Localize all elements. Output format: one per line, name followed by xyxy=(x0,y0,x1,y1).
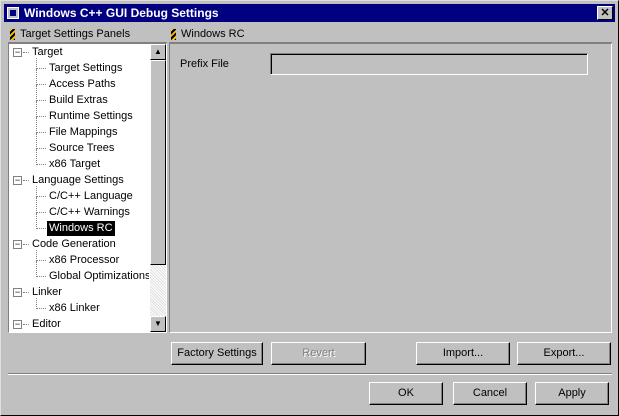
tree-connector xyxy=(36,68,46,69)
tree-connector xyxy=(36,100,46,101)
settings-tree: − Target Target Settings Access Paths Build … xyxy=(8,43,167,333)
tree-connector xyxy=(36,298,37,309)
tree-connector xyxy=(36,84,46,85)
window-title: Windows C++ GUI Debug Settings xyxy=(24,6,219,20)
scroll-up-button[interactable]: ▲ xyxy=(150,44,166,60)
arrow-up-icon: ▲ xyxy=(154,47,162,56)
close-button[interactable]: ✕ xyxy=(597,6,613,20)
tree-connector xyxy=(36,164,46,165)
apply-button[interactable]: Apply xyxy=(535,382,609,405)
collapse-icon[interactable]: − xyxy=(13,176,22,185)
tree-connector xyxy=(36,276,46,277)
tree-item[interactable]: Runtime Settings xyxy=(49,109,133,124)
tree-connector xyxy=(36,69,37,85)
tree-item[interactable]: Access Paths xyxy=(49,77,116,92)
tree-item[interactable]: C/C++ Language xyxy=(49,189,133,204)
tree-connector xyxy=(36,196,46,197)
revert-button[interactable]: Revert xyxy=(271,342,366,365)
tree-group[interactable]: Editor xyxy=(32,317,61,332)
tree-connector xyxy=(23,244,29,245)
tree-group[interactable]: Language Settings xyxy=(32,173,124,188)
tree-connector xyxy=(23,324,29,325)
tree-list: − Target Target Settings Access Paths Build … xyxy=(9,44,149,332)
tree-item[interactable]: Windows RC xyxy=(47,221,115,236)
tree-item[interactable]: Source Trees xyxy=(49,141,114,156)
tree-item[interactable]: C/C++ Warnings xyxy=(49,205,130,220)
tree-connector xyxy=(36,250,37,261)
grip-icon xyxy=(10,29,15,40)
settings-dialog: Windows C++ GUI Debug Settings ✕ Target … xyxy=(0,0,619,416)
factory-settings-button[interactable]: Factory Settings xyxy=(171,342,263,365)
tree-item[interactable]: x86 Processor xyxy=(49,253,119,268)
tree-item[interactable]: File Mappings xyxy=(49,125,117,140)
tree-connector xyxy=(36,308,46,309)
tree-connector xyxy=(36,117,37,133)
tree-connector xyxy=(36,133,37,149)
tree-connector xyxy=(36,228,46,229)
left-panel-header: Target Settings Panels xyxy=(8,27,167,43)
tree-connector xyxy=(23,52,29,53)
right-panel-header: Windows RC xyxy=(169,27,612,43)
close-icon: ✕ xyxy=(600,7,610,19)
prefix-file-label: Prefix File xyxy=(180,58,229,70)
tree-connector xyxy=(36,85,37,101)
collapse-icon[interactable]: − xyxy=(13,240,22,249)
tree-connector xyxy=(36,116,46,117)
tree-connector xyxy=(36,212,46,213)
ok-button[interactable]: OK xyxy=(369,382,443,405)
prefix-file-input[interactable] xyxy=(270,53,588,75)
tree-connector xyxy=(36,132,46,133)
tree-connector xyxy=(36,197,37,213)
export-button[interactable]: Export... xyxy=(517,342,611,365)
tree-connector xyxy=(36,148,46,149)
left-panel-title: Target Settings Panels xyxy=(20,28,131,40)
title-bar[interactable]: Windows C++ GUI Debug Settings ✕ xyxy=(4,4,615,22)
tree-item[interactable]: x86 Target xyxy=(49,157,100,172)
tree-item[interactable]: Target Settings xyxy=(49,61,122,76)
tree-group[interactable]: Code Generation xyxy=(32,237,116,252)
collapse-icon[interactable]: − xyxy=(13,288,22,297)
collapse-icon[interactable]: − xyxy=(13,320,22,329)
import-button[interactable]: Import... xyxy=(416,342,510,365)
settings-content: Prefix File xyxy=(169,43,612,333)
tree-scrollbar[interactable]: ▲ ▼ xyxy=(150,44,166,332)
cancel-button[interactable]: Cancel xyxy=(453,382,527,405)
tree-connector xyxy=(36,261,37,277)
scroll-down-button[interactable]: ▼ xyxy=(150,316,166,332)
app-icon xyxy=(7,7,19,19)
tree-item[interactable]: x86 Linker xyxy=(49,301,100,316)
tree-connector xyxy=(36,101,37,117)
tree-connector xyxy=(23,180,29,181)
tree-connector xyxy=(36,58,37,69)
tree-item[interactable]: Global Optimizations xyxy=(49,269,149,284)
tree-connector xyxy=(36,260,46,261)
grip-icon xyxy=(171,29,176,40)
tree-connector xyxy=(36,186,37,197)
tree-item[interactable]: Build Extras xyxy=(49,93,108,108)
arrow-down-icon: ▼ xyxy=(154,319,162,328)
tree-connector xyxy=(36,213,37,229)
right-panel-title: Windows RC xyxy=(181,28,245,40)
tree-connector xyxy=(36,149,37,165)
tree-connector xyxy=(23,292,29,293)
collapse-icon[interactable]: − xyxy=(13,48,22,57)
divider xyxy=(8,373,612,375)
scroll-thumb[interactable] xyxy=(150,60,166,265)
